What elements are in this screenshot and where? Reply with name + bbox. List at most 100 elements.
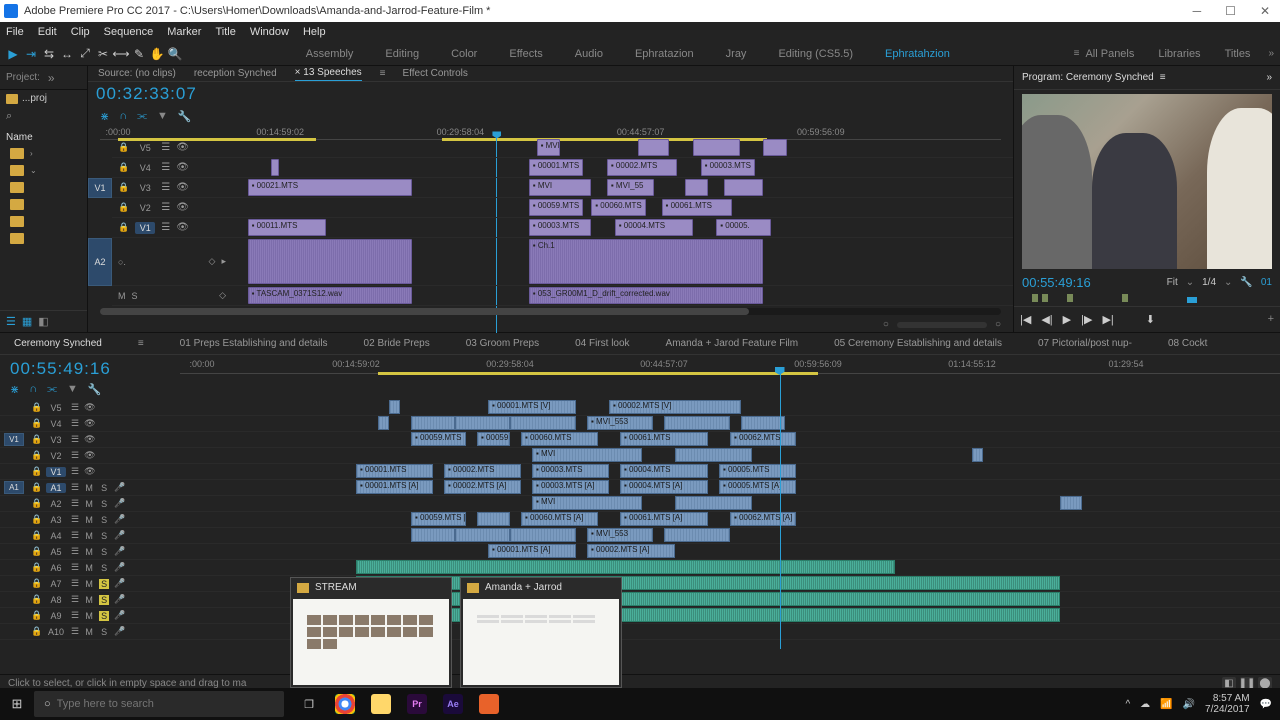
source-patch[interactable] <box>4 449 24 462</box>
lock-icon[interactable]: 🔒 <box>118 222 129 233</box>
explorer-icon[interactable] <box>366 691 396 717</box>
snap-icon[interactable]: ⋇ <box>10 383 19 396</box>
menu-window[interactable]: Window <box>250 26 289 38</box>
menu-help[interactable]: Help <box>303 26 326 38</box>
source-patch[interactable] <box>4 497 24 510</box>
premiere-icon[interactable]: Pr <box>402 691 432 717</box>
project-tab[interactable]: Project: <box>6 72 40 83</box>
lock-icon[interactable]: 🔒 <box>31 610 41 621</box>
track-label[interactable]: A4 <box>46 531 66 541</box>
track-label[interactable]: V2 <box>135 203 155 213</box>
step-back-icon[interactable]: ◀| <box>1041 313 1052 326</box>
clip[interactable] <box>1060 496 1082 510</box>
source-patch[interactable] <box>4 609 24 622</box>
source-patch[interactable] <box>4 625 24 638</box>
lock-icon[interactable]: 🔒 <box>31 546 41 557</box>
source-tab[interactable]: reception Synched <box>194 68 277 79</box>
clip[interactable]: ▪ 00001.MTS [A] <box>488 544 576 558</box>
clip[interactable]: ▪ 00002.MTS [V] <box>609 400 741 414</box>
clip[interactable]: ▪ 00061.MTS <box>662 199 732 216</box>
notifications-icon[interactable]: 💬 <box>1260 699 1272 710</box>
clip[interactable]: ▪ TASCAM_0371S12.wav <box>248 287 412 304</box>
solo-toggle[interactable]: S <box>132 291 138 301</box>
voice-icon[interactable]: 🎤 <box>114 546 125 557</box>
sequence-tab[interactable]: 08 Cockt <box>1168 338 1207 349</box>
sequence-tab[interactable]: 01 Preps Establishing and details <box>180 338 328 349</box>
minimize-icon[interactable]: ─ <box>1187 4 1208 18</box>
sync-lock-icon[interactable]: ☰ <box>71 498 79 509</box>
lock-icon[interactable]: 🔒 <box>118 182 129 193</box>
marker-icon[interactable]: ▼ <box>67 383 78 396</box>
track-header[interactable]: 🔒V4☰👁 <box>112 158 232 178</box>
track-label[interactable]: ○. <box>118 257 126 267</box>
clip[interactable]: ▪ 00062.MTS [A] <box>730 512 796 526</box>
add-button-icon[interactable]: + <box>1268 313 1274 326</box>
voice-icon[interactable]: 🎤 <box>114 578 125 589</box>
panel-overflow-icon[interactable]: » <box>1266 72 1272 83</box>
source-patch[interactable] <box>4 401 24 414</box>
eye-icon[interactable]: 👁 <box>176 142 189 153</box>
lock-icon[interactable]: 🔒 <box>31 498 41 509</box>
track-label[interactable]: V5 <box>135 143 155 153</box>
sync-lock-icon[interactable]: ☰ <box>71 402 79 413</box>
track-header[interactable]: 🔒A3☰MS🎤 <box>0 512 180 528</box>
sync-lock-icon[interactable]: ☰ <box>71 562 79 573</box>
clip[interactable]: ▪ 00059.MTS [A] <box>411 512 466 526</box>
clip[interactable] <box>763 139 786 156</box>
voice-icon[interactable]: 🎤 <box>114 482 125 493</box>
workspace-link[interactable]: Libraries <box>1158 48 1200 60</box>
mute-toggle[interactable]: M <box>84 579 94 589</box>
taskview-icon[interactable]: ❐ <box>294 691 324 717</box>
sync-lock-icon[interactable]: ☰ <box>71 578 79 589</box>
clip[interactable]: ▪ 00001.MTS <box>529 159 584 176</box>
voice-icon[interactable]: 🎤 <box>114 594 125 605</box>
solo-toggle[interactable]: S <box>99 499 109 509</box>
razor-tool-icon[interactable]: ✂ <box>96 47 110 61</box>
program-timecode[interactable]: 00:55:49:16 <box>1022 275 1091 290</box>
timeline-scrollbar[interactable] <box>100 308 1001 315</box>
source-patch[interactable] <box>4 417 24 430</box>
track-header[interactable]: 🔒A4☰MS🎤 <box>0 528 180 544</box>
fit-dropdown[interactable]: Fit <box>1167 277 1178 288</box>
clip[interactable]: ▪ 00002.MTS [A] <box>587 544 675 558</box>
snap-icon[interactable]: ⋇ <box>100 110 109 123</box>
track-label[interactable]: A5 <box>46 547 66 557</box>
track-header[interactable]: 🔒V1☰👁 <box>0 464 180 480</box>
clip[interactable] <box>477 512 510 526</box>
eye-icon[interactable]: 👁 <box>176 162 189 173</box>
track-label[interactable]: A8 <box>46 595 66 605</box>
eye-icon[interactable]: 👁 <box>176 182 189 193</box>
clip[interactable] <box>741 416 785 430</box>
onedrive-icon[interactable]: ☁ <box>1140 699 1150 710</box>
workspace-tab[interactable]: Color <box>451 48 477 60</box>
clip[interactable] <box>378 416 389 430</box>
mute-toggle[interactable]: M <box>84 563 94 573</box>
track-header[interactable]: 🔒A7☰MS🎤 <box>0 576 180 592</box>
clip[interactable]: ▪ 00003.MTS <box>701 159 756 176</box>
voice-icon[interactable]: 🎤 <box>114 562 125 573</box>
clip[interactable] <box>664 528 730 542</box>
workspace-tab[interactable]: Assembly <box>306 48 354 60</box>
mute-toggle[interactable]: M <box>84 611 94 621</box>
program-tab[interactable]: Program: Ceremony Synched <box>1022 72 1154 83</box>
sync-lock-icon[interactable]: ☰ <box>71 466 79 477</box>
source-patch[interactable] <box>4 513 24 526</box>
clip[interactable]: ▪ 00003.MTS <box>532 464 609 478</box>
track-header[interactable]: 🔒A10☰MS🎤 <box>0 624 180 640</box>
track-header[interactable]: 🔒V2☰👁 <box>0 448 180 464</box>
project-item[interactable] <box>0 196 87 213</box>
clip[interactable]: ▪ 00060.MTS [A] <box>521 512 598 526</box>
clip[interactable]: ▪ 00061.MTS [A] <box>620 512 708 526</box>
bin-icon[interactable] <box>6 94 18 104</box>
panel-menu-icon[interactable]: ≡ <box>1160 72 1166 83</box>
lock-icon[interactable]: 🔒 <box>31 530 41 541</box>
track-header[interactable]: 🔒A5☰MS🎤 <box>0 544 180 560</box>
sync-lock-icon[interactable]: ☰ <box>71 626 79 637</box>
panel-menu-icon[interactable]: » <box>48 71 55 85</box>
mute-toggle[interactable]: M <box>84 483 94 493</box>
track-header[interactable]: 🔒V3☰👁 <box>112 178 232 198</box>
sequence-tab[interactable]: 02 Bride Preps <box>364 338 430 349</box>
eye-icon[interactable]: 👁 <box>176 202 189 213</box>
lock-icon[interactable]: 🔒 <box>31 402 41 413</box>
sync-lock-icon[interactable]: ☰ <box>71 434 79 445</box>
